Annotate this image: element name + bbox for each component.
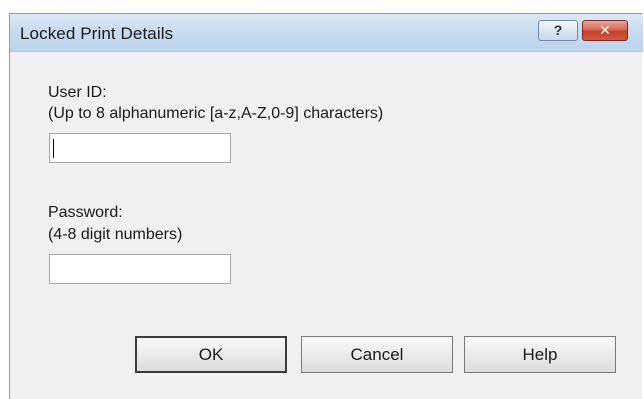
title-bar[interactable]: Locked Print Details ? ✕ [10,14,643,52]
password-hint: (4-8 digit numbers) [48,226,183,243]
help-icon[interactable]: ? [538,20,578,41]
help-button[interactable]: Help [464,336,616,373]
password-label: Password: [48,204,123,221]
dialog-window: Locked Print Details ? ✕ User ID: (Up to… [9,13,643,399]
ok-button[interactable]: OK [135,336,287,373]
text-caret [53,139,54,158]
dialog-title: Locked Print Details [20,24,174,43]
password-input[interactable] [49,254,231,284]
user-id-label: User ID: [48,84,107,101]
close-icon[interactable]: ✕ [582,20,628,41]
user-id-hint: (Up to 8 alphanumeric [a-z,A-Z,0-9] char… [48,105,384,122]
cancel-button[interactable]: Cancel [301,336,453,373]
user-id-input[interactable] [49,133,231,163]
